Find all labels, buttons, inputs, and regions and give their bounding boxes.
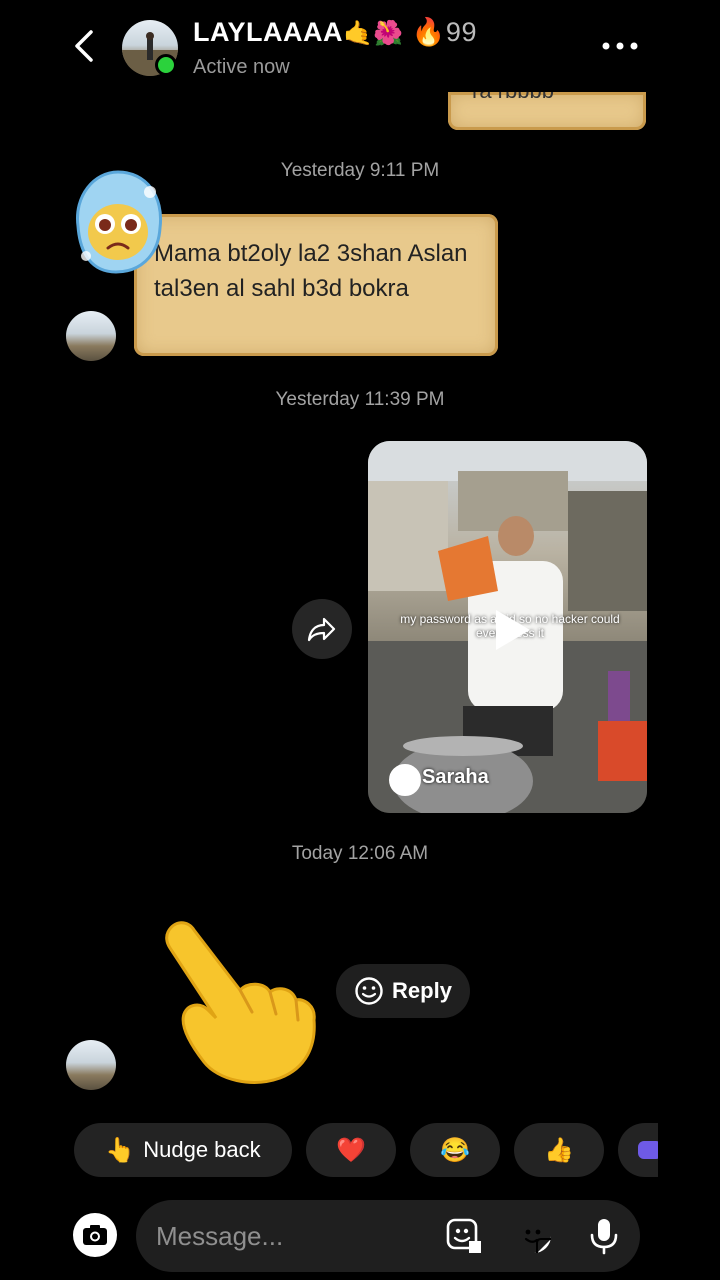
gallery-sticker-button[interactable] [444,1216,484,1256]
more-dots-icon [602,42,638,50]
thumbs-up-reaction-button[interactable]: 👍 [514,1123,604,1177]
nudge-back-label: Nudge back [143,1137,261,1162]
reply-label: Reply [392,978,452,1003]
play-icon[interactable] [484,604,536,656]
microphone-icon [590,1219,618,1255]
nudge-back-button[interactable]: 👆 Nudge back [74,1123,292,1177]
more-options-button[interactable] [598,30,642,62]
nudge-hand-emoji [160,916,320,1086]
pointing-hand-icon: 👆 [105,1136,136,1164]
reply-button[interactable]: Reply [336,964,470,1018]
camera-icon [73,1213,117,1257]
crying-blob-sticker [68,166,166,278]
streak-count: 99 [445,17,477,47]
active-status: Active now [193,56,290,78]
timestamp: Today 12:06 AM [291,843,429,864]
forward-arrow-icon [307,617,336,642]
sticker-button[interactable] [514,1216,554,1256]
game-controller-icon [638,1141,658,1159]
smiley-icon [355,977,383,1005]
message-text: Mama bt2oly la2 3shan Aslan tal3en al sa… [154,240,468,302]
contact-name[interactable]: LAYLAAAA🤙🌺 🔥99 [193,16,477,48]
forward-button[interactable] [292,599,352,659]
camera-button[interactable] [72,1212,118,1258]
chevron-left-icon [75,30,93,62]
back-button[interactable] [62,22,106,70]
message-input[interactable]: Message... [156,1221,283,1252]
voice-message-button[interactable] [584,1216,624,1256]
timestamp: Yesterday 11:39 PM [275,389,445,410]
video-author-avatar [389,764,421,796]
heart-reaction-button[interactable]: ❤️ [306,1123,396,1177]
online-indicator [155,54,177,76]
laughing-reaction-button[interactable]: 😂 [410,1123,500,1177]
video-author-name: Saraha [422,766,489,788]
laughing-face-icon: 😂 [440,1136,470,1164]
thumbs-up-icon: 👍 [544,1136,574,1164]
streak-icon: 🔥 [411,17,446,47]
sender-avatar[interactable] [66,1040,116,1090]
heart-icon: ❤️ [336,1136,366,1164]
received-message-bubble[interactable]: Mama bt2oly la2 3shan Aslan tal3en al sa… [134,214,498,356]
more-reactions-chip[interactable] [618,1123,658,1177]
image-sticker-icon [446,1218,481,1253]
contact-name-text: LAYLAAAA [193,17,344,47]
previous-message-bubble[interactable]: ra rbbbb [448,92,646,130]
sender-avatar[interactable] [66,311,116,361]
previous-message-text: ra rbbbb [472,92,554,104]
name-emojis: 🤙🌺 [343,20,404,47]
sticker-face-icon [517,1219,551,1253]
